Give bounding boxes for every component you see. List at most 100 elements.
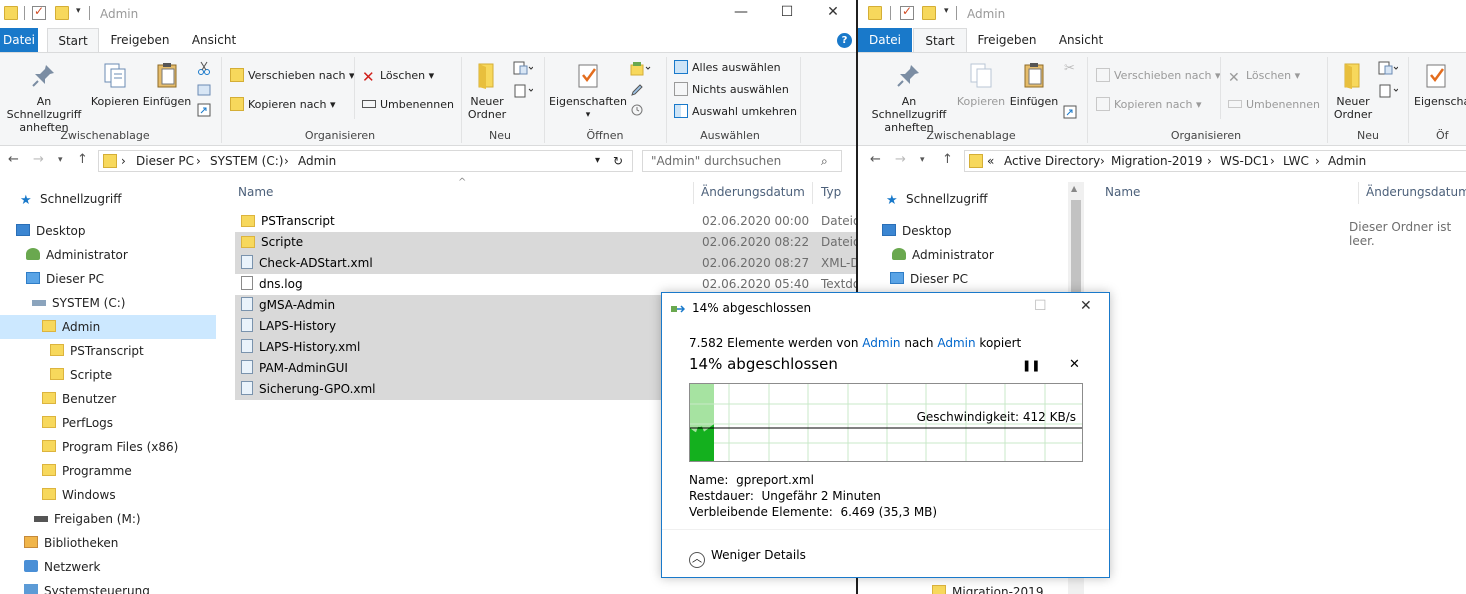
nav-item-program-files-x86[interactable]: Program Files (x86) — [42, 435, 178, 459]
file-row[interactable]: Check-ADStart.xml 02.06.2020 08:27 XML-D — [235, 253, 856, 274]
cut-icon[interactable] — [197, 61, 211, 75]
breadcrumb-active-directory[interactable]: Active Directory — [1004, 154, 1100, 168]
source-link[interactable]: Admin — [862, 336, 900, 350]
column-header-name[interactable]: Name — [238, 185, 273, 199]
maximize-button[interactable]: ☐ — [1034, 298, 1047, 314]
tab-view[interactable]: Ansicht — [1050, 28, 1112, 52]
copy-button[interactable]: Kopieren — [90, 61, 140, 108]
paste-shortcut-icon[interactable] — [1063, 105, 1077, 119]
edit-icon[interactable] — [630, 83, 644, 97]
nav-item-perflogs[interactable]: PerfLogs — [42, 411, 113, 435]
select-none-button[interactable]: Nichts auswählen — [674, 81, 789, 99]
nav-item-this-pc[interactable]: Dieser PC — [26, 267, 104, 291]
cancel-icon[interactable]: ✕ — [1069, 357, 1080, 372]
breadcrumb-this-pc[interactable]: Dieser PC — [136, 154, 194, 168]
customize-quick-access-icon[interactable]: ▾ — [76, 6, 81, 16]
forward-arrow-icon[interactable]: → — [33, 152, 44, 167]
nav-item-control-panel[interactable]: Systemsteuerung — [24, 579, 150, 594]
invert-selection-button[interactable]: Auswahl umkehren — [674, 103, 797, 121]
breadcrumb-ws-dc1[interactable]: WS-DC1 — [1220, 154, 1269, 168]
breadcrumb-lwc[interactable]: LWC — [1283, 154, 1309, 168]
nav-item-pstranscript[interactable]: PSTranscript — [50, 339, 144, 363]
nav-item-network[interactable]: Netzwerk — [24, 555, 100, 579]
tab-view[interactable]: Ansicht — [184, 28, 244, 52]
breadcrumb-system-c[interactable]: SYSTEM (C:) — [210, 154, 283, 168]
help-icon[interactable]: ? — [837, 33, 852, 48]
nav-item-libraries[interactable]: Bibliotheken — [24, 531, 118, 555]
file-row[interactable]: PSTranscript 02.06.2020 00:00 Dateio — [235, 211, 856, 232]
nav-item-windows[interactable]: Windows — [42, 483, 116, 507]
new-item-icon[interactable] — [1378, 61, 1398, 77]
back-arrow-icon[interactable]: ← — [870, 152, 881, 167]
pin-quick-access-button[interactable]: An Schnellzugriff anheften — [0, 61, 88, 134]
pin-quick-access-button[interactable]: An Schnellzugriff anheften — [864, 61, 954, 134]
properties-button[interactable]: Eigenschaften ▾ — [548, 61, 628, 122]
nav-item-admin[interactable]: Admin — [0, 315, 216, 339]
destination-link[interactable]: Admin — [937, 336, 975, 350]
close-button[interactable]: ✕ — [810, 4, 856, 20]
new-item-icon[interactable] — [513, 61, 533, 77]
column-separator[interactable] — [693, 182, 694, 204]
copy-to-button[interactable]: Kopieren nach ▾ — [230, 96, 335, 114]
fewer-details-button[interactable]: ︿ Weniger Details — [689, 548, 806, 568]
breadcrumb-admin[interactable]: Admin — [1328, 154, 1366, 168]
column-header-name[interactable]: Name — [1105, 185, 1140, 199]
properties-button[interactable]: Eigenscha — [1414, 61, 1466, 108]
delete-button[interactable]: ✕ Löschen ▾ — [1228, 67, 1300, 85]
pause-icon[interactable]: ❚❚ — [1022, 359, 1040, 372]
nav-item-quick-access[interactable]: ★ Schnellzugriff — [20, 187, 122, 211]
breadcrumb-migration-2019[interactable]: Migration-2019 — [1111, 154, 1202, 168]
nav-item-freigaben-m[interactable]: Freigaben (M:) — [34, 507, 141, 531]
tab-share[interactable]: Freigeben — [974, 28, 1040, 52]
select-all-button[interactable]: Alles auswählen — [674, 59, 781, 77]
nav-item-system-c[interactable]: SYSTEM (C:) — [32, 291, 125, 315]
column-header-date[interactable]: Änderungsdatum — [701, 185, 805, 199]
breadcrumb-admin[interactable]: Admin — [298, 154, 336, 168]
new-folder-button[interactable]: Neuer Ordner — [1329, 61, 1377, 121]
delete-button[interactable]: ✕ Löschen ▾ — [362, 67, 434, 85]
new-folder-button[interactable]: Neuer Ordner — [463, 61, 511, 121]
easy-access-icon[interactable] — [1378, 83, 1398, 99]
new-folder-quick-access-icon[interactable] — [55, 6, 69, 20]
scroll-up-arrow-icon[interactable]: ▲ — [1071, 184, 1077, 193]
nav-item-benutzer[interactable]: Benutzer — [42, 387, 116, 411]
nav-item-programme[interactable]: Programme — [42, 459, 132, 483]
move-to-button[interactable]: Verschieben nach ▾ — [1096, 67, 1221, 85]
cut-icon[interactable]: ✂ — [1064, 61, 1075, 76]
address-dropdown-chevron-icon[interactable]: ▾ — [595, 155, 600, 166]
tab-share[interactable]: Freigeben — [108, 28, 172, 52]
breadcrumb-overflow[interactable]: « — [987, 154, 994, 168]
column-header-type[interactable]: Typ — [821, 185, 841, 199]
close-button[interactable]: ✕ — [1080, 298, 1092, 314]
customize-quick-access-icon[interactable]: ▾ — [944, 6, 949, 16]
column-header-date[interactable]: Änderungsdatum — [1366, 185, 1466, 199]
tab-start[interactable]: Start — [913, 28, 967, 52]
paste-button[interactable]: Einfügen — [141, 61, 193, 108]
up-arrow-icon[interactable]: ↑ — [942, 152, 953, 167]
search-input[interactable]: "Admin" durchsuchen ⌕ — [642, 150, 842, 172]
forward-arrow-icon[interactable]: → — [895, 152, 906, 167]
copy-path-icon[interactable] — [197, 83, 211, 97]
file-row[interactable]: Scripte 02.06.2020 08:22 Dateio — [235, 232, 856, 253]
properties-quick-access-icon[interactable] — [32, 4, 46, 20]
paste-shortcut-icon[interactable] — [197, 103, 211, 117]
tab-file[interactable]: Datei — [858, 28, 912, 52]
recent-chevron-icon[interactable]: ▾ — [58, 155, 63, 165]
nav-item-quick-access[interactable]: ★ Schnellzugriff — [886, 187, 988, 211]
rename-button[interactable]: Umbenennen — [362, 96, 454, 114]
address-field[interactable]: « Active Directory › Migration-2019 › WS… — [964, 150, 1466, 172]
nav-item-desktop[interactable]: Desktop — [16, 219, 86, 243]
nav-item-this-pc[interactable]: Dieser PC — [890, 267, 968, 291]
copy-button[interactable]: Kopieren — [956, 61, 1006, 108]
tab-file[interactable]: Datei — [0, 28, 38, 52]
nav-item-scripte[interactable]: Scripte — [50, 363, 112, 387]
new-folder-quick-access-icon[interactable] — [922, 6, 936, 20]
column-separator[interactable] — [1358, 182, 1359, 204]
paste-button[interactable]: Einfügen — [1007, 61, 1061, 108]
up-arrow-icon[interactable]: ↑ — [77, 152, 88, 167]
tab-start[interactable]: Start — [47, 28, 99, 52]
copy-to-button[interactable]: Kopieren nach ▾ — [1096, 96, 1201, 114]
maximize-button[interactable]: ☐ — [764, 4, 810, 20]
nav-item-administrator[interactable]: Administrator — [892, 243, 994, 267]
move-to-button[interactable]: Verschieben nach ▾ — [230, 67, 355, 85]
